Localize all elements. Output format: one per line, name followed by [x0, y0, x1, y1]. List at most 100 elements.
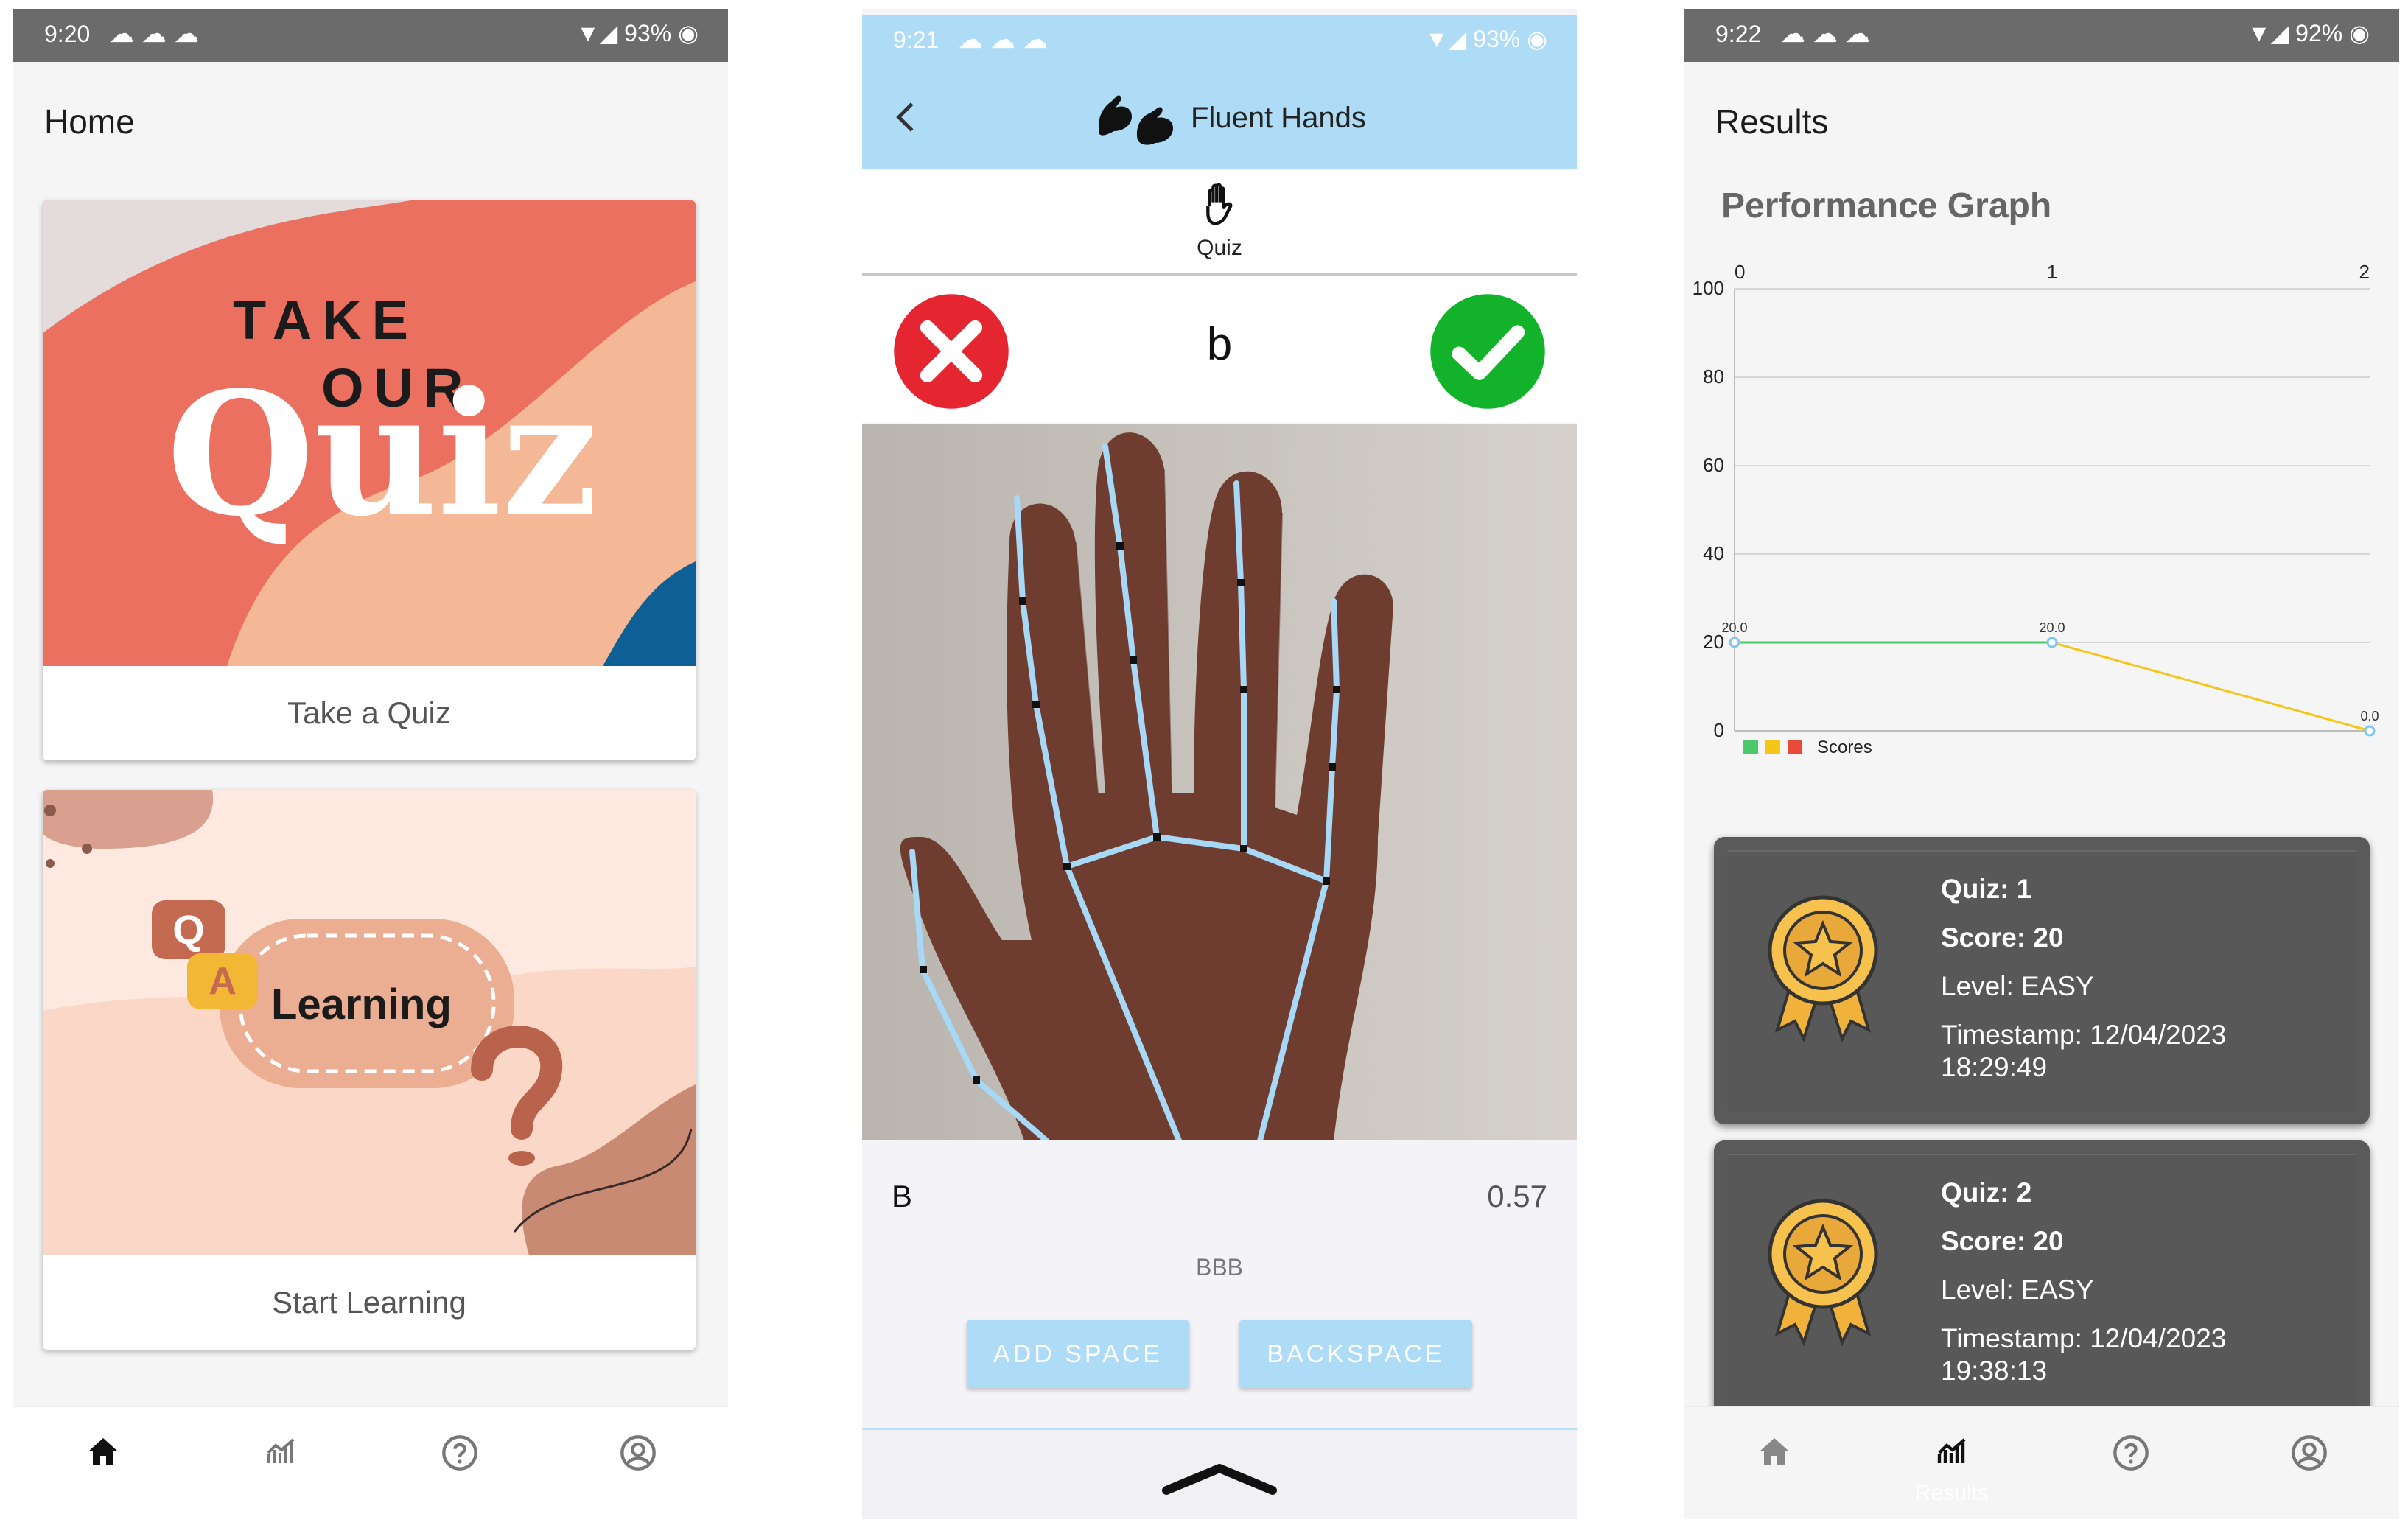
- status-time: 9:20: [44, 21, 91, 47]
- app-title: Fluent Hands: [1191, 102, 1366, 134]
- learning-illustration: Q A Learning: [43, 790, 696, 1255]
- nav-account[interactable]: [2219, 1407, 2398, 1519]
- expand-up-icon: [1162, 1464, 1277, 1495]
- status-time: 9:22: [1715, 21, 1762, 47]
- result-time: 19:38:13: [1941, 1356, 2048, 1386]
- result-card: Quiz: 2 Score: 20 Level: EASY Timestamp:…: [1714, 1140, 2370, 1435]
- battery-level: 92%: [2295, 20, 2343, 46]
- quiz-tab-bar: Quiz: [862, 169, 1577, 276]
- app-bar: Results: [1684, 62, 2399, 174]
- nav-results[interactable]: Results: [1863, 1407, 2041, 1519]
- nav-home-label: Home: [72, 1481, 133, 1505]
- nav-help[interactable]: [2041, 1407, 2219, 1519]
- page-title: Home: [44, 102, 135, 141]
- y-tick-label: 0: [1714, 719, 1724, 741]
- home-screen: 9:20 ☁☁☁ ▼◢ 93% ◉ Home TAKE OUR Quiz Tak…: [13, 9, 728, 1519]
- bottom-sheet-handle[interactable]: [862, 1428, 1577, 1519]
- hand-icon: [1206, 183, 1233, 225]
- battery-icon: ◉: [2349, 20, 2370, 46]
- app-bar: Fluent Hands: [862, 68, 1577, 169]
- signal-icon: ▼◢: [1424, 26, 1474, 52]
- status-bar: 9:22 ☁☁☁ ▼◢ 92% ◉: [1684, 9, 2399, 62]
- nav-home[interactable]: Home: [13, 1407, 192, 1519]
- badge-a-text: A: [209, 960, 237, 1003]
- notification-icons: ☁☁☁: [958, 26, 1055, 54]
- quiz-illustration: TAKE OUR Quiz: [43, 200, 696, 666]
- account-icon: [620, 1435, 656, 1471]
- series-line-segment: [2051, 641, 2370, 732]
- wrong-icon[interactable]: [892, 292, 1011, 411]
- chart-icon: [1937, 1438, 1966, 1463]
- tab-quiz-label: Quiz: [1197, 236, 1242, 260]
- battery-level: 93%: [1473, 26, 1521, 52]
- badge-q-text: Q: [172, 906, 205, 953]
- target-letter: b: [1206, 319, 1233, 370]
- notification-icons: ☁☁☁: [109, 20, 206, 48]
- result-quiz: Quiz: 1: [1941, 874, 2032, 904]
- prediction-row: B 0.57: [862, 1140, 1577, 1244]
- status-right: ▼◢ 93% ◉: [1425, 25, 1547, 53]
- y-tick-label: 60: [1703, 454, 1724, 476]
- back-arrow-icon[interactable]: [887, 97, 927, 137]
- status-time: 9:21: [893, 27, 939, 53]
- battery-icon: ◉: [1527, 26, 1547, 52]
- result-card-body: Quiz: 1 Score: 20 Level: EASY Timestamp:…: [1727, 850, 2356, 1111]
- quiz-art-line3: Quiz: [167, 355, 598, 554]
- bottom-nav: Results: [1684, 1406, 2399, 1519]
- medal-icon: [1768, 895, 1878, 1043]
- legend-swatch: [1743, 740, 1758, 754]
- bottom-nav: Home: [13, 1406, 728, 1519]
- chart-icon: [267, 1438, 295, 1463]
- result-time: 18:29:49: [1941, 1052, 2048, 1082]
- quiz-art-line1: TAKE: [233, 290, 419, 351]
- legend-label: Scores: [1817, 737, 1872, 757]
- battery-level: 93%: [624, 20, 672, 46]
- sentence-text: BBB: [1195, 1254, 1244, 1280]
- account-icon: [2292, 1435, 2327, 1471]
- answer-row: b: [862, 276, 1577, 423]
- result-quiz: Quiz: 2: [1941, 1177, 2032, 1208]
- data-label: 20.0: [2039, 620, 2065, 635]
- x-tick-label: 2: [2359, 261, 2370, 283]
- battery-icon: ◉: [678, 20, 699, 46]
- data-label: 20.0: [1721, 620, 1747, 635]
- y-tick-label: 80: [1703, 365, 1724, 388]
- start-learning-card[interactable]: Q A Learning Start Learning: [43, 790, 696, 1350]
- result-card-body: Quiz: 2 Score: 20 Level: EASY Timestamp:…: [1727, 1154, 2356, 1422]
- tab-quiz[interactable]: Quiz: [1183, 177, 1256, 265]
- nav-help[interactable]: [370, 1407, 548, 1519]
- x-tick-label: 1: [2047, 261, 2057, 283]
- y-tick-label: 40: [1703, 542, 1724, 564]
- badge-a: A: [187, 953, 258, 1009]
- page-title: Results: [1715, 102, 1829, 141]
- status-bar: 9:20 ☁☁☁ ▼◢ 93% ◉: [13, 9, 728, 62]
- learning-art-text: Learning: [271, 981, 452, 1028]
- data-label: 0.0: [2360, 709, 2379, 723]
- correct-icon[interactable]: [1428, 292, 1547, 411]
- status-bar: 9:21 ☁☁☁ ▼◢ 93% ◉: [862, 15, 1577, 68]
- backspace-button[interactable]: BACKSPACE: [1239, 1320, 1472, 1388]
- add-space-button[interactable]: ADD SPACE: [967, 1320, 1189, 1388]
- legend-swatch: [1765, 740, 1780, 754]
- help-icon: [2113, 1435, 2149, 1471]
- notification-icons: ☁☁☁: [1780, 20, 1877, 48]
- detected-letter: B: [892, 1179, 913, 1213]
- result-level: Level: EASY: [1941, 1275, 2094, 1305]
- nav-home[interactable]: [1684, 1407, 1863, 1519]
- result-score: Score: 20: [1941, 1226, 2064, 1256]
- nav-account[interactable]: [548, 1407, 727, 1519]
- camera-preview: [862, 424, 1577, 1140]
- confidence-value: 0.57: [1487, 1179, 1547, 1213]
- result-card: Quiz: 1 Score: 20 Level: EASY Timestamp:…: [1714, 837, 2370, 1124]
- home-icon: [88, 1438, 118, 1465]
- start-learning-label: Start Learning: [272, 1285, 466, 1320]
- take-quiz-label: Take a Quiz: [287, 695, 451, 730]
- hand-tracking-image: [862, 424, 1577, 1140]
- y-tick-label: 100: [1693, 277, 1724, 299]
- take-quiz-card[interactable]: TAKE OUR Quiz Take a Quiz: [43, 200, 696, 760]
- quiz-screen: 9:21 ☁☁☁ ▼◢ 93% ◉ Fluent Hands Quiz b B …: [862, 9, 1577, 1519]
- nav-results[interactable]: [192, 1407, 370, 1519]
- result-timestamp: Timestamp: 12/04/2023: [1941, 1020, 2227, 1050]
- home-icon: [1760, 1438, 1789, 1465]
- medal-icon: [1768, 1199, 1878, 1347]
